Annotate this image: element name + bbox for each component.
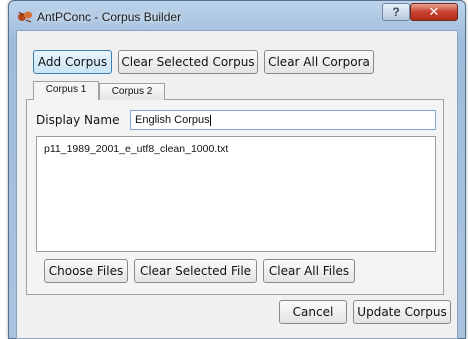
close-icon: ✕ bbox=[428, 4, 440, 19]
clear-selected-file-button[interactable]: Clear Selected File bbox=[134, 259, 257, 283]
update-corpus-button[interactable]: Update Corpus bbox=[353, 300, 451, 324]
file-list[interactable]: p11_1989_2001_e_utf8_clean_1000.txt bbox=[36, 136, 436, 252]
clear-all-corpora-button[interactable]: Clear All Corpora bbox=[264, 50, 374, 74]
display-name-value: English Corpus bbox=[135, 114, 210, 126]
tab-corpus-1[interactable]: Corpus 1 bbox=[33, 81, 99, 100]
cancel-button[interactable]: Cancel bbox=[279, 300, 347, 324]
ant-app-icon bbox=[18, 11, 32, 23]
display-name-field[interactable]: English Corpus bbox=[130, 110, 436, 130]
add-corpus-button[interactable]: Add Corpus bbox=[33, 50, 112, 74]
clear-selected-corpus-button[interactable]: Clear Selected Corpus bbox=[118, 50, 258, 74]
list-item[interactable]: p11_1989_2001_e_utf8_clean_1000.txt bbox=[44, 143, 228, 155]
text-caret bbox=[209, 114, 211, 126]
window-title: AntPConc - Corpus Builder bbox=[37, 10, 182, 24]
help-button[interactable]: ? bbox=[382, 3, 410, 21]
tab-corpus-2[interactable]: Corpus 2 bbox=[99, 83, 165, 100]
clear-all-files-button[interactable]: Clear All Files bbox=[263, 259, 355, 283]
title-bar[interactable]: AntPConc - Corpus Builder ? ✕ bbox=[9, 1, 465, 31]
close-button[interactable]: ✕ bbox=[410, 3, 458, 21]
display-name-label: Display Name bbox=[36, 113, 120, 127]
choose-files-button[interactable]: Choose Files bbox=[44, 259, 128, 283]
